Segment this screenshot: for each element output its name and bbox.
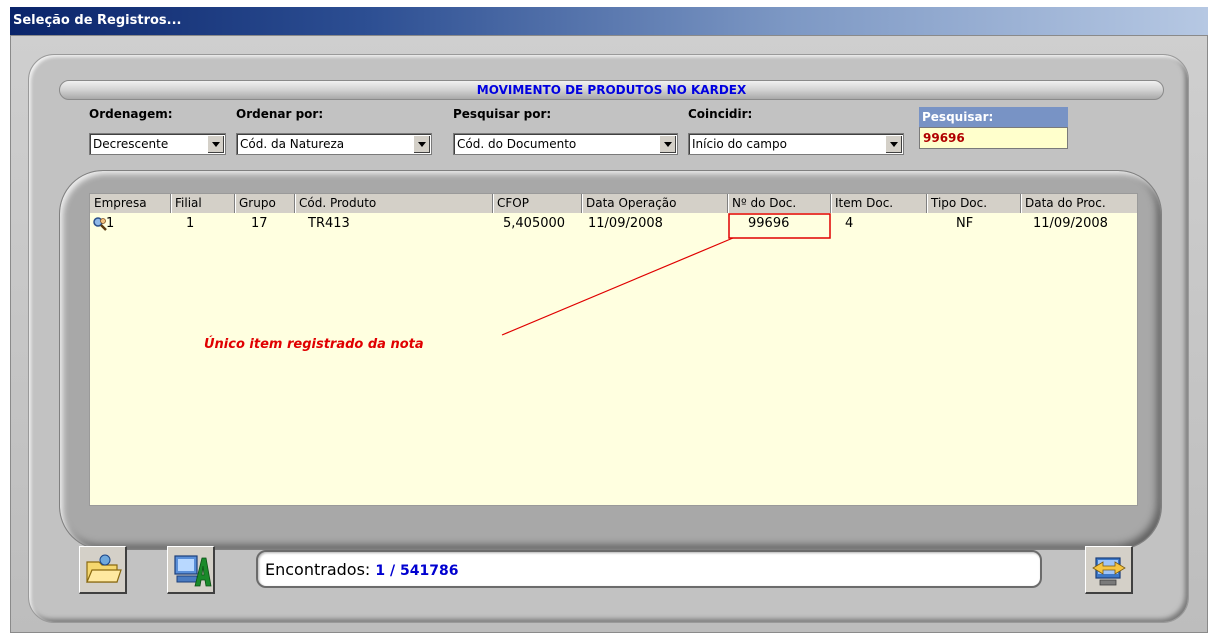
- ordenagem-value: Decrescente: [93, 137, 169, 151]
- column-header-item-doc[interactable]: Item Doc.: [831, 194, 927, 213]
- coincidir-label: Coincidir:: [688, 107, 753, 121]
- column-header-grupo[interactable]: Grupo: [235, 194, 295, 213]
- status-label-row: Encontrados: 1 / 541786: [265, 560, 458, 579]
- search-input[interactable]: 99696: [919, 127, 1068, 149]
- column-header-cfop[interactable]: CFOP: [493, 194, 582, 213]
- column-header-numero-doc[interactable]: Nº do Doc.: [728, 194, 831, 213]
- grid-header: Empresa Filial Grupo Cód. Produto CFOP D…: [90, 194, 1137, 213]
- status-count: 1 / 541786: [375, 563, 459, 579]
- cell-tipo-doc[interactable]: NF: [956, 215, 973, 233]
- chevron-down-icon[interactable]: [207, 135, 224, 153]
- pesquisar-por-select[interactable]: Cód. do Documento: [453, 133, 678, 155]
- swap-arrows-icon: [1092, 557, 1126, 586]
- chevron-down-icon[interactable]: [413, 135, 430, 153]
- pesquisar-label: Pesquisar:: [919, 107, 1068, 127]
- pesquisar-por-value: Cód. do Documento: [457, 137, 577, 151]
- ordenagem-label: Ordenagem:: [89, 107, 173, 121]
- report-button[interactable]: [167, 546, 215, 594]
- status-label: Encontrados:: [265, 560, 371, 579]
- chevron-down-icon[interactable]: [659, 135, 676, 153]
- computer-a-icon: [174, 555, 212, 587]
- coincidir-select[interactable]: Início do campo: [688, 133, 904, 155]
- column-header-data-operacao[interactable]: Data Operação: [582, 194, 728, 213]
- cell-grupo[interactable]: 17: [251, 215, 268, 233]
- ordenar-por-label: Ordenar por:: [236, 107, 324, 121]
- cell-numero-doc[interactable]: 99696: [748, 215, 789, 233]
- open-folder-icon: [86, 554, 122, 583]
- ordenar-por-select[interactable]: Cód. da Natureza: [236, 133, 432, 155]
- cell-cfop[interactable]: 5,405000: [503, 215, 565, 233]
- coincidir-value: Início do campo: [692, 137, 787, 151]
- column-header-data-proc[interactable]: Data do Proc.: [1021, 194, 1137, 213]
- ordenagem-select[interactable]: Decrescente: [89, 133, 226, 155]
- cell-item-doc[interactable]: 4: [845, 215, 853, 233]
- chevron-down-icon[interactable]: [885, 135, 902, 153]
- column-header-empresa[interactable]: Empresa: [90, 194, 171, 213]
- exit-button[interactable]: [1085, 546, 1133, 594]
- cell-filial[interactable]: 1: [186, 215, 194, 233]
- cell-empresa[interactable]: 1: [106, 215, 114, 233]
- cell-data-operacao[interactable]: 11/09/2008: [588, 215, 663, 233]
- title-bar[interactable]: Seleção de Registros...: [10, 7, 1208, 35]
- selection-window: Seleção de Registros... MOVIMENTO DE PRO…: [10, 7, 1208, 633]
- annotation-text: Único item registrado da nota: [204, 337, 424, 352]
- window-title: Seleção de Registros...: [13, 13, 182, 28]
- cell-data-proc[interactable]: 11/09/2008: [1033, 215, 1108, 233]
- cell-cod-produto[interactable]: TR413: [308, 215, 350, 233]
- status-bar: Encontrados: 1 / 541786: [256, 550, 1042, 588]
- open-button[interactable]: [79, 546, 127, 594]
- ordenar-por-value: Cód. da Natureza: [240, 137, 345, 151]
- column-header-tipo-doc[interactable]: Tipo Doc.: [927, 194, 1021, 213]
- header-title: MOVIMENTO DE PRODUTOS NO KARDEX: [59, 80, 1164, 100]
- column-header-filial[interactable]: Filial: [171, 194, 235, 213]
- pesquisar-por-label: Pesquisar por:: [453, 107, 552, 121]
- column-header-cod-produto[interactable]: Cód. Produto: [295, 194, 493, 213]
